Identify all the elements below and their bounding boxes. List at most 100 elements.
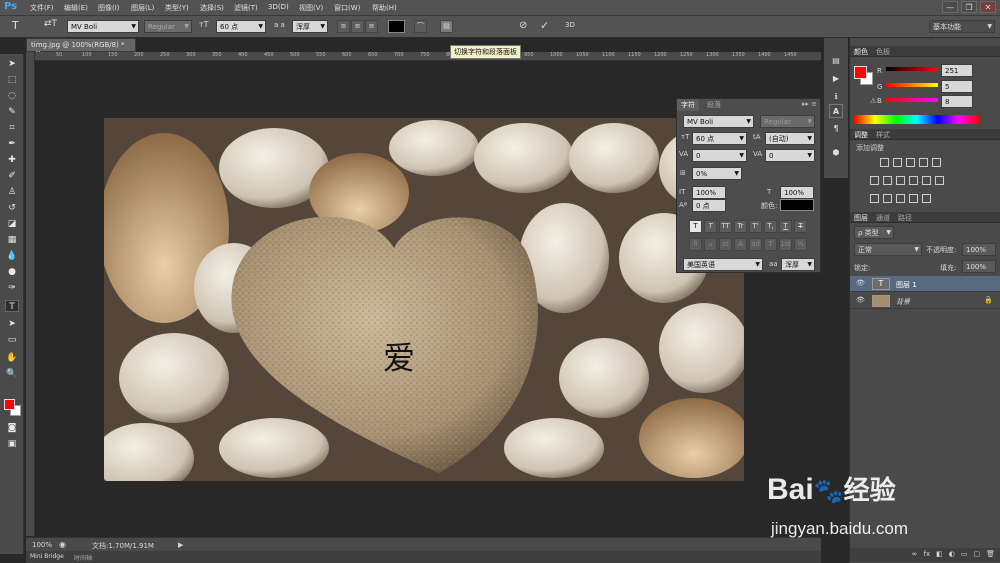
- font-family-select[interactable]: MV Boli ▼: [67, 20, 139, 33]
- screen-mode-icon[interactable]: ▣: [5, 438, 19, 450]
- underline-button[interactable]: T: [779, 220, 792, 233]
- eraser-tool-icon[interactable]: ◪: [5, 218, 19, 230]
- char-color-swatch[interactable]: [780, 199, 814, 211]
- quick-mask-icon[interactable]: ◙: [5, 422, 19, 434]
- info-icon[interactable]: ℹ: [829, 90, 843, 104]
- actions-icon[interactable]: ▶: [829, 72, 843, 86]
- char-vscale[interactable]: 100%: [692, 186, 726, 199]
- ligature-button[interactable]: fi: [689, 238, 702, 251]
- tab-color[interactable]: 颜色: [854, 47, 868, 57]
- text-color-swatch[interactable]: [388, 20, 405, 33]
- character-panel-icon[interactable]: A: [829, 104, 843, 118]
- 3d-panel-icon[interactable]: ⬢: [829, 146, 843, 160]
- char-tracking[interactable]: 0 ▼: [765, 149, 815, 162]
- b-input[interactable]: 8: [941, 95, 973, 108]
- cancel-icon[interactable]: ⊘: [519, 20, 527, 31]
- document-tab[interactable]: timg.jpg @ 100%(RGB/8) * ×: [26, 38, 136, 57]
- brightness-icon[interactable]: [880, 158, 889, 167]
- close-button[interactable]: ✕: [980, 1, 996, 13]
- g-slider[interactable]: [886, 83, 938, 87]
- align-left-button[interactable]: ≡: [337, 20, 350, 33]
- r-slider[interactable]: [886, 67, 938, 71]
- all-caps-button[interactable]: TT: [719, 220, 732, 233]
- tab-paragraph[interactable]: 段落: [703, 99, 725, 111]
- workspace-select[interactable]: 基本功能 ▼: [929, 20, 995, 33]
- fx-icon[interactable]: fx: [924, 550, 931, 560]
- char-font-family[interactable]: MV Boli ▼: [683, 115, 754, 128]
- menu-type[interactable]: 类型(Y): [165, 3, 189, 13]
- pen-tool-icon[interactable]: ✑: [5, 282, 19, 294]
- posterize-icon[interactable]: [883, 194, 892, 203]
- menu-filter[interactable]: 滤镜(T): [234, 3, 258, 13]
- small-caps-button[interactable]: Tr: [734, 220, 747, 233]
- menu-window[interactable]: 窗口(W): [334, 3, 360, 13]
- antialias-select[interactable]: 浑厚 ▼: [292, 20, 328, 33]
- restore-button[interactable]: ❐: [961, 1, 977, 13]
- char-kerning[interactable]: 0 ▼: [692, 149, 747, 162]
- char-panel-toggle-button[interactable]: ▤: [440, 20, 453, 33]
- healing-tool-icon[interactable]: ✚: [5, 154, 19, 166]
- font-style-select[interactable]: Regular ▼: [144, 20, 192, 33]
- tab-styles[interactable]: 样式: [876, 130, 890, 140]
- type-tool-icon[interactable]: T: [5, 300, 19, 312]
- crop-tool-icon[interactable]: ⌗: [5, 122, 19, 134]
- status-menu-arrow-icon[interactable]: ▶: [178, 541, 183, 549]
- levels-icon[interactable]: [893, 158, 902, 167]
- color-balance-icon[interactable]: [883, 176, 892, 185]
- text-layer-glyph[interactable]: 爱: [383, 333, 415, 379]
- layer-name[interactable]: 图层 1: [896, 280, 917, 290]
- panel-menu-icon[interactable]: ▸▸ ≡: [802, 100, 817, 108]
- paragraph-panel-icon[interactable]: ¶: [829, 122, 843, 136]
- shape-tool-icon[interactable]: ▭: [5, 334, 19, 346]
- fractions-button[interactable]: ½: [794, 238, 807, 251]
- menu-image[interactable]: 图像(I): [98, 3, 120, 13]
- align-right-button[interactable]: ≡: [365, 20, 378, 33]
- black-white-icon[interactable]: [896, 176, 905, 185]
- invert-icon[interactable]: [870, 194, 879, 203]
- char-baseline[interactable]: 0 点: [692, 199, 726, 212]
- zoom-tool-icon[interactable]: 🔍: [5, 368, 19, 380]
- swash-button[interactable]: A: [734, 238, 747, 251]
- photo-filter-icon[interactable]: [909, 176, 918, 185]
- new-layer-icon[interactable]: ▢: [973, 550, 980, 560]
- marquee-tool-icon[interactable]: ⬚: [5, 74, 19, 86]
- link-icon[interactable]: ∞: [912, 550, 918, 560]
- char-tsume[interactable]: 0% ▼: [692, 167, 742, 180]
- status-icon[interactable]: ◉: [59, 540, 66, 549]
- brush-tool-icon[interactable]: ✐: [5, 170, 19, 182]
- titling-alternates-button[interactable]: T: [764, 238, 777, 251]
- dodge-tool-icon[interactable]: ●: [5, 266, 19, 278]
- menu-help[interactable]: 帮助(H): [372, 3, 397, 13]
- language-select[interactable]: 美国英语 ▼: [683, 258, 763, 271]
- align-center-button[interactable]: ≡: [351, 20, 364, 33]
- selective-color-icon[interactable]: [922, 194, 931, 203]
- char-font-style[interactable]: Regular ▼: [760, 115, 815, 128]
- tab-swatches[interactable]: 色板: [876, 47, 890, 57]
- b-slider[interactable]: [886, 98, 938, 102]
- curves-icon[interactable]: [906, 158, 915, 167]
- channel-mixer-icon[interactable]: [922, 176, 931, 185]
- faux-italic-button[interactable]: T: [704, 220, 717, 233]
- stamp-tool-icon[interactable]: ♙: [5, 186, 19, 198]
- color-lookup-icon[interactable]: [935, 176, 944, 185]
- menu-select[interactable]: 选择(S): [200, 3, 224, 13]
- menu-edit[interactable]: 编辑(E): [64, 3, 88, 13]
- blur-tool-icon[interactable]: 💧: [5, 250, 19, 262]
- vibrance-icon[interactable]: [932, 158, 941, 167]
- hand-tool-icon[interactable]: ✋: [5, 352, 19, 364]
- hue-sat-icon[interactable]: [870, 176, 879, 185]
- menu-layer[interactable]: 图层(L): [131, 3, 154, 13]
- discretionary-ligatures-button[interactable]: st: [719, 238, 732, 251]
- path-select-icon[interactable]: ➤: [5, 318, 19, 330]
- 3d-text-icon[interactable]: 3D: [565, 21, 575, 29]
- history-brush-icon[interactable]: ↺: [5, 202, 19, 214]
- superscript-button[interactable]: T': [749, 220, 762, 233]
- menu-3d[interactable]: 3D(D): [268, 3, 289, 11]
- tab-channels[interactable]: 通道: [876, 213, 890, 223]
- gradient-map-icon[interactable]: [909, 194, 918, 203]
- font-size-select[interactable]: 60 点 ▼: [216, 20, 266, 33]
- tab-layers[interactable]: 图层: [854, 213, 868, 223]
- tab-paths[interactable]: 路径: [898, 213, 912, 223]
- document-image[interactable]: [104, 118, 744, 481]
- g-input[interactable]: 5: [941, 80, 973, 93]
